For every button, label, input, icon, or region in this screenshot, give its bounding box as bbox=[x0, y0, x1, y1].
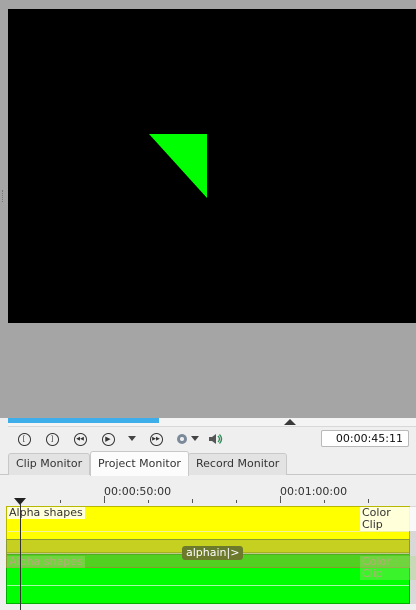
set-zone-end-icon: ] bbox=[45, 432, 59, 446]
tab-clip-monitor[interactable]: Clip Monitor bbox=[8, 453, 91, 475]
clip-name-label: Color Clip bbox=[360, 556, 416, 580]
tab-label: Clip Monitor bbox=[16, 457, 83, 470]
clip-name-label: Alpha shapes bbox=[7, 506, 85, 519]
ruler-tick bbox=[236, 500, 237, 503]
tab-label: Record Monitor bbox=[196, 457, 280, 470]
clip-divider bbox=[7, 531, 409, 532]
tab-project-monitor[interactable]: Project Monitor bbox=[90, 451, 189, 476]
tab-label: Project Monitor bbox=[98, 457, 181, 470]
transport-toolbar: [ ] ◀◀ ▶ ▶▶ 00:00:45:11 bbox=[0, 428, 416, 450]
ruler-label: 00:00:50:00 bbox=[104, 485, 172, 498]
clip-name-label: Alpha shapes bbox=[7, 555, 85, 568]
ruler-tick bbox=[280, 496, 281, 503]
monitor-tabs: Clip Monitor Project Monitor Record Moni… bbox=[0, 451, 416, 476]
play-options-dropdown[interactable] bbox=[128, 436, 136, 441]
monitor-seek-ruler[interactable] bbox=[8, 418, 416, 427]
clip-divider bbox=[7, 585, 409, 586]
ruler-tick bbox=[104, 496, 105, 503]
ruler-tick bbox=[60, 500, 61, 503]
volume-button[interactable] bbox=[208, 431, 224, 447]
set-zone-start-icon: [ bbox=[17, 432, 31, 446]
composition-label: alphain|> bbox=[182, 546, 244, 560]
playhead-line bbox=[20, 503, 21, 610]
ruler-tick bbox=[148, 500, 149, 503]
timeline-ruler[interactable]: 00:00:50:00 00:01:00:00 bbox=[0, 483, 416, 505]
ruler-label: 00:01:00:00 bbox=[280, 485, 348, 498]
speaker-icon bbox=[209, 434, 223, 444]
forward-icon: ▶▶ bbox=[149, 432, 163, 446]
clip-name-label: Color Clip bbox=[360, 507, 416, 531]
splitter-handle[interactable] bbox=[2, 190, 5, 202]
set-zone-start-button[interactable]: [ bbox=[16, 431, 32, 447]
ruler-tick bbox=[324, 500, 325, 503]
play-icon: ▶ bbox=[101, 432, 115, 446]
rewind-icon: ◀◀ bbox=[73, 432, 87, 446]
tab-record-monitor[interactable]: Record Monitor bbox=[188, 453, 288, 475]
timecode-field[interactable]: 00:00:45:11 bbox=[321, 430, 409, 447]
play-button[interactable]: ▶ bbox=[100, 431, 116, 447]
green-triangle-shape bbox=[149, 134, 207, 198]
monitor-config-button[interactable] bbox=[174, 431, 190, 447]
gear-icon bbox=[177, 434, 187, 444]
ruler-tick bbox=[192, 499, 193, 503]
forward-button[interactable]: ▶▶ bbox=[148, 431, 164, 447]
seek-marker[interactable] bbox=[284, 419, 296, 425]
ruler-tick bbox=[368, 499, 369, 503]
config-dropdown[interactable] bbox=[191, 436, 199, 441]
set-zone-end-button[interactable]: ] bbox=[44, 431, 60, 447]
playback-progress-bar bbox=[8, 418, 159, 423]
project-monitor-view bbox=[0, 0, 416, 418]
rewind-button[interactable]: ◀◀ bbox=[72, 431, 88, 447]
video-frame[interactable] bbox=[8, 9, 416, 323]
